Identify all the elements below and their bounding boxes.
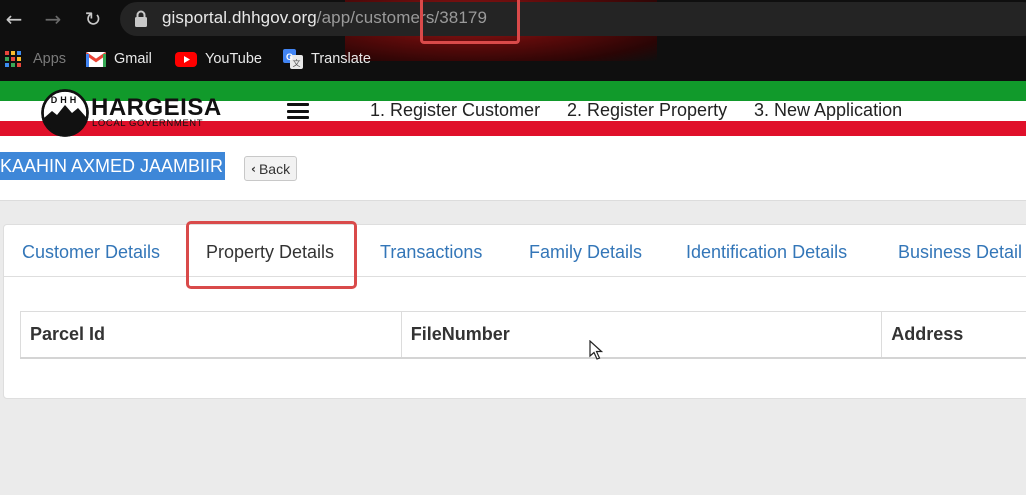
bookmark-apps[interactable]: Apps [5, 46, 66, 72]
lock-icon [135, 10, 147, 27]
column-header-file-number[interactable]: FileNumber [400, 311, 883, 359]
brand-subtitle: LOCAL GOVERNMENT [92, 118, 204, 129]
active-tab-highlight-box [186, 221, 357, 289]
url-host: gisportal.dhhgov.org [162, 8, 317, 27]
site-header: DHH HARGEISA LOCAL GOVERNMENT 1. Registe… [0, 81, 1026, 139]
bookmark-gmail[interactable]: Gmail [86, 46, 152, 72]
tab-customer-details[interactable]: Customer Details [22, 225, 160, 277]
browser-chrome: ← → ↻ gisportal.dhhgov.org/app/customers… [0, 0, 1026, 81]
bookmark-youtube[interactable]: YouTube [175, 46, 262, 72]
bookmark-label: Gmail [114, 51, 152, 67]
table-header-row: Parcel Id FileNumber Address [20, 311, 1026, 359]
back-arrow-icon[interactable]: ← [1, 6, 27, 32]
apps-grid-icon [5, 51, 21, 67]
back-button[interactable]: ‹ Back [244, 156, 298, 181]
customer-name: KAAHIN AXMED JAAMBIIR [0, 152, 226, 180]
menu-icon[interactable] [287, 103, 309, 119]
bookmark-label: Translate [311, 51, 371, 67]
translate-icon: G 文 [283, 49, 303, 69]
tab-bar: Customer Details Property Details Transa… [4, 225, 1026, 277]
property-table: Parcel Id FileNumber Address [20, 311, 1026, 359]
reload-icon[interactable]: ↻ [80, 6, 106, 32]
nav-new-application[interactable]: 3. New Application [754, 100, 902, 121]
forward-arrow-icon[interactable]: → [40, 6, 66, 32]
tab-business-details[interactable]: Business Detail [898, 225, 1022, 277]
chevron-left-icon: ‹ [251, 161, 256, 176]
gmail-icon [86, 51, 106, 67]
tab-family-details[interactable]: Family Details [529, 225, 642, 277]
nav-register-customer[interactable]: 1. Register Customer [370, 100, 540, 121]
back-button-label: Back [258, 160, 291, 177]
tab-transactions[interactable]: Transactions [380, 225, 482, 277]
url-highlight-box [420, 0, 520, 44]
column-header-parcel-id[interactable]: Parcel Id [20, 311, 402, 359]
brand[interactable]: HARGEISA LOCAL GOVERNMENT [91, 94, 222, 129]
bookmarks-bar: Apps Gmail YouTube G 文 Translate [0, 46, 1026, 72]
nav-register-property[interactable]: 2. Register Property [567, 100, 727, 121]
tab-identification-details[interactable]: Identification Details [686, 225, 847, 277]
bookmark-translate[interactable]: G 文 Translate [283, 46, 371, 72]
customer-bar: KAAHIN AXMED JAAMBIIR ‹ Back [0, 139, 1026, 201]
column-header-address[interactable]: Address [881, 311, 1026, 359]
svg-text:文: 文 [293, 58, 301, 68]
bookmark-label: YouTube [205, 51, 262, 67]
bookmark-label: Apps [33, 51, 67, 67]
brand-name: HARGEISA [91, 94, 222, 121]
mouse-cursor-icon [589, 340, 603, 360]
youtube-icon [175, 51, 197, 67]
logo-letters: DHH [50, 95, 80, 105]
customer-panel: Customer Details Property Details Transa… [3, 221, 1026, 399]
